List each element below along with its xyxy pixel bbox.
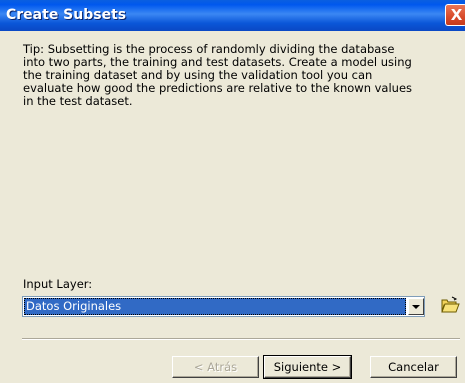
open-folder-icon: [441, 296, 460, 313]
close-icon: X: [450, 6, 463, 24]
cancel-button[interactable]: Cancelar: [370, 356, 457, 378]
chevron-down-icon[interactable]: [408, 298, 424, 315]
next-button[interactable]: Siguiente >: [263, 355, 352, 379]
tip-text: Tip: Subsetting is the process of random…: [23, 42, 413, 108]
input-layer-dropdown[interactable]: Datos Originales: [22, 296, 425, 317]
close-button[interactable]: X: [445, 4, 465, 26]
separator-line: [22, 338, 460, 340]
window-title: Create Subsets: [6, 7, 127, 23]
input-layer-label: Input Layer:: [23, 277, 93, 291]
browse-button[interactable]: [439, 294, 461, 316]
back-button[interactable]: < Atrás: [172, 356, 259, 378]
title-bar: Create Subsets: [0, 0, 465, 31]
input-layer-selected-value: Datos Originales: [24, 298, 406, 315]
